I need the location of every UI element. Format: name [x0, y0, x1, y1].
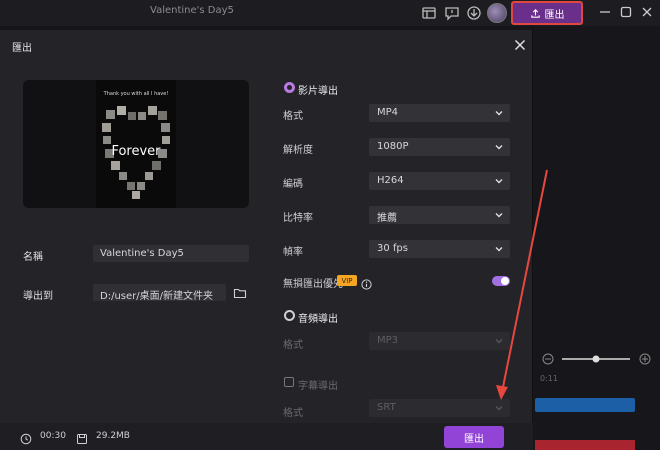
path-label: 導出到 — [23, 291, 53, 302]
chevron-down-icon — [494, 108, 504, 118]
chevron-down-icon — [494, 336, 504, 346]
lossless-export-label: 無損匯出優先 — [283, 279, 343, 290]
chevron-down-icon — [494, 176, 504, 186]
resolution-value: 1080P — [377, 141, 409, 152]
subtitle-format-value: SRT — [377, 402, 396, 413]
avatar[interactable] — [487, 3, 507, 23]
export-button[interactable]: 匯出 — [444, 426, 504, 448]
info-icon[interactable] — [361, 275, 372, 290]
timeline-zoom-slider[interactable] — [540, 352, 655, 366]
app-title-bar: Valentine's Day5 匯出 — [0, 0, 660, 26]
audio-export-radio[interactable] — [284, 310, 295, 321]
toggle-knob — [501, 277, 509, 285]
chevron-down-icon — [494, 210, 504, 220]
audio-format-select[interactable]: MP3 — [369, 332, 510, 350]
format-value: MP4 — [377, 107, 399, 118]
preview-frame: Thank you with all I have! Forever — [96, 80, 176, 208]
subtitle-export-checkbox[interactable] — [284, 377, 294, 387]
encoder-value: H264 — [377, 175, 404, 186]
format-select[interactable]: MP4 — [369, 104, 510, 122]
preview-caption: Thank you with all I have! — [103, 91, 169, 97]
clock-icon — [20, 430, 32, 445]
export-dialog: 匯出 Thank you with all I have! Forever 名稱… — [0, 30, 533, 450]
bitrate-value: 推薦 — [377, 213, 397, 224]
dialog-title: 匯出 — [12, 43, 32, 54]
chevron-down-icon — [494, 403, 504, 413]
format-label: 格式 — [283, 111, 303, 122]
video-export-radio[interactable] — [284, 82, 295, 93]
video-preview: Thank you with all I have! Forever — [23, 80, 249, 208]
resolution-label: 解析度 — [283, 145, 313, 156]
lossless-export-toggle[interactable] — [492, 276, 510, 286]
timeline-time-mark: 0:11 — [540, 374, 558, 383]
framerate-label: 幀率 — [283, 247, 303, 258]
subtitle-export-label: 字幕導出 — [298, 381, 338, 392]
framerate-select[interactable]: 30 fps — [369, 240, 510, 258]
subtitle-format-select[interactable]: SRT — [369, 399, 510, 417]
resolution-select[interactable]: 1080P — [369, 138, 510, 156]
duration-text: 00:30 — [40, 431, 66, 441]
window-close-icon[interactable] — [639, 4, 655, 20]
preview-title-text: Forever — [111, 144, 161, 159]
audio-export-title: 音頻導出 — [298, 314, 338, 325]
bitrate-label: 比特率 — [283, 213, 313, 224]
audio-clip-track[interactable] — [535, 440, 635, 450]
folder-icon[interactable] — [233, 285, 247, 299]
top-export-button[interactable]: 匯出 — [511, 1, 583, 25]
audio-format-value: MP3 — [377, 335, 399, 346]
video-export-title: 影片導出 — [298, 86, 338, 97]
audio-format-label: 格式 — [283, 340, 303, 351]
name-input[interactable]: Valentine's Day5 — [93, 245, 249, 262]
video-clip-track[interactable] — [535, 398, 635, 412]
encoder-label: 編碼 — [283, 179, 303, 190]
feedback-icon[interactable] — [443, 4, 461, 22]
framerate-value: 30 fps — [377, 243, 408, 254]
file-size-icon — [76, 430, 88, 444]
timeline-panel — [533, 26, 660, 450]
chevron-down-icon — [494, 244, 504, 254]
top-export-label: 匯出 — [544, 9, 565, 21]
upload-icon — [530, 8, 540, 18]
bitrate-select[interactable]: 推薦 — [369, 206, 510, 224]
download-icon[interactable] — [465, 4, 483, 22]
project-title: Valentine's Day5 — [150, 5, 234, 16]
vip-badge: VIP — [337, 275, 357, 286]
chevron-down-icon — [494, 142, 504, 152]
dialog-header: 匯出 — [0, 30, 533, 60]
encoder-select[interactable]: H264 — [369, 172, 510, 190]
minimize-icon[interactable] — [597, 4, 613, 20]
close-icon[interactable] — [512, 37, 528, 53]
dialog-footer: 00:30 29.2MB 匯出 — [0, 423, 533, 450]
layout-icon[interactable] — [420, 4, 438, 22]
subtitle-format-label: 格式 — [283, 408, 303, 419]
path-input[interactable]: D:/user/桌面/新建文件夹 — [93, 284, 226, 301]
file-size-text: 29.2MB — [96, 431, 130, 441]
maximize-icon[interactable] — [618, 4, 634, 20]
name-label: 名稱 — [23, 252, 43, 263]
